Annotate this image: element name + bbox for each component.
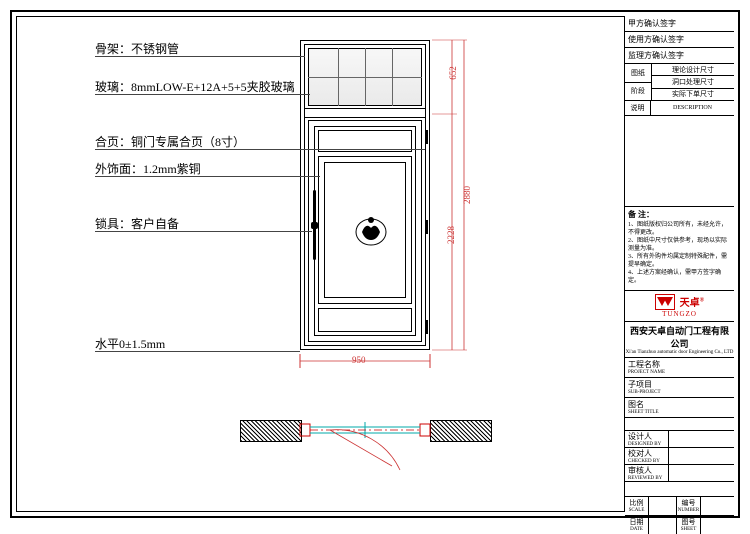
callout-hinge: 合页：铜门专属合页（8寸）	[95, 133, 245, 150]
row-designer: 设计人 DESIGNED BY	[625, 431, 734, 448]
note-line: 4、上述方案经确认，需甲方签字确定。	[628, 269, 731, 285]
hinge-icon	[425, 130, 428, 144]
leader-line	[95, 56, 305, 57]
sign-row: 甲方确认签字	[625, 16, 734, 32]
brand-cn: 天卓®	[680, 294, 704, 309]
stage-right: 理论设计尺寸	[652, 64, 734, 76]
row-checker: 校对人 CHECKED BY	[625, 448, 734, 465]
hinge-icon	[425, 220, 428, 234]
panel-bottom	[318, 308, 412, 332]
stage-right: 实际下单尺寸	[652, 89, 734, 100]
row-subproject: 子项目 SUB-PROJECT	[625, 378, 734, 398]
title-block: 甲方确认签字 使用方确认签字 监理方确认签字 图纸 阶段 理论设计尺寸 洞口处理…	[624, 16, 734, 512]
note-line: 3、所有外购件均属定制特殊配件，需提早确定。	[628, 253, 731, 269]
dim-total-value: 2880	[462, 186, 472, 204]
dim-upper-value: 652	[448, 66, 458, 80]
transom-bottom-rail	[304, 108, 426, 118]
desc-row: 说明 DESCRIPTION	[625, 101, 734, 116]
spacer	[625, 482, 734, 497]
note-line: 1、图纸版权归公司所有，未经允许，不得更改。	[628, 221, 731, 237]
leader-line	[95, 149, 425, 150]
company-en: Xi'an Tianzhuo automatic door Engineerin…	[625, 350, 734, 358]
transom-rail	[308, 77, 422, 78]
stage-left: 阶段	[625, 83, 651, 101]
dim-width-value: 950	[352, 355, 366, 365]
logo-icon	[655, 294, 675, 310]
notes-box: 备 注： 1、图纸版权归公司所有，未经允许，不得更改。 2、图纸中尺寸仅供参考，…	[625, 207, 734, 291]
stage-grid: 图纸 阶段 理论设计尺寸 洞口处理尺寸 实际下单尺寸	[625, 64, 734, 101]
leader-line	[95, 176, 320, 177]
desc-right: DESCRIPTION	[651, 101, 734, 115]
hinge-icon	[425, 320, 428, 334]
brand-logo: 天卓® TUNGZO	[625, 291, 734, 322]
dim-lower-value: 2228	[446, 226, 456, 244]
stage-right: 洞口处理尺寸	[652, 76, 734, 88]
emblem-icon	[352, 210, 390, 248]
brand-en: TUNGZO	[625, 310, 734, 318]
row-project: 工程名称 PROJECT NAME	[625, 358, 734, 378]
wall-hatch-right	[430, 420, 492, 442]
leader-line	[95, 351, 300, 352]
spacer	[625, 418, 734, 431]
swing-arc-icon	[330, 430, 410, 480]
desc-left: 说明	[625, 101, 651, 115]
notes-title: 备 注：	[628, 210, 731, 221]
row-date-sheet: 日期 DATE 图号 SHEET	[625, 516, 734, 534]
wall-hatch-left	[240, 420, 302, 442]
handle-boss	[311, 222, 318, 229]
row-sheetname: 图名 SHEET TITLE	[625, 398, 734, 418]
stage-left: 图纸	[625, 64, 651, 83]
callout-facing: 外饰面：1.2mm紫铜	[95, 160, 201, 177]
callout-lock: 锁具：客户自备	[95, 215, 179, 232]
callout-frame: 骨架：不锈钢管	[95, 40, 179, 57]
row-scale-no: 比例 SCALE 编号 NUMBER	[625, 497, 734, 516]
company-cn: 西安天卓自动门工程有限公司	[625, 322, 734, 350]
desc-area	[625, 116, 734, 207]
sign-row: 监理方确认签字	[625, 48, 734, 64]
callout-glass: 玻璃：8mmLOW-E+12A+5+5夹胶玻璃	[95, 78, 295, 95]
leader-line	[95, 94, 310, 95]
row-reviewer: 审核人 REVIEWED BY	[625, 465, 734, 482]
leader-line	[95, 231, 312, 232]
callout-level: 水平0±1.5mm	[95, 335, 165, 352]
sign-row: 使用方确认签字	[625, 32, 734, 48]
note-line: 2、图纸中尺寸仅供参考，现场以实际测量为准。	[628, 237, 731, 253]
